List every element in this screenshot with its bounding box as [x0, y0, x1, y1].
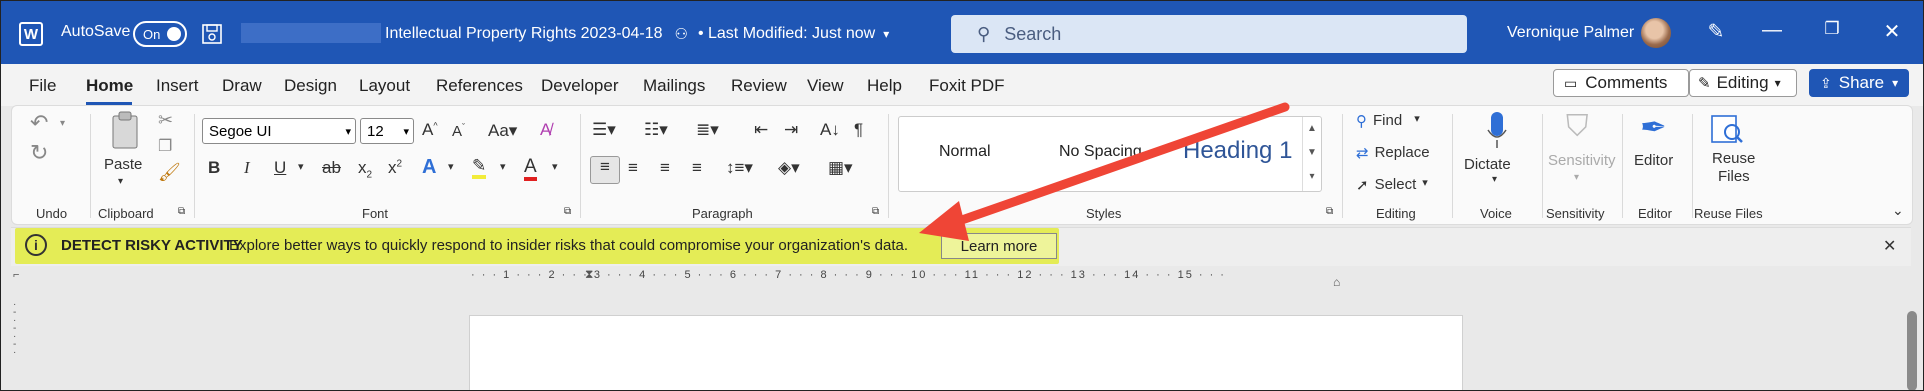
- word-window: W AutoSave On Intellectual Property Righ…: [0, 0, 1924, 391]
- annotation-arrow: [919, 102, 1290, 241]
